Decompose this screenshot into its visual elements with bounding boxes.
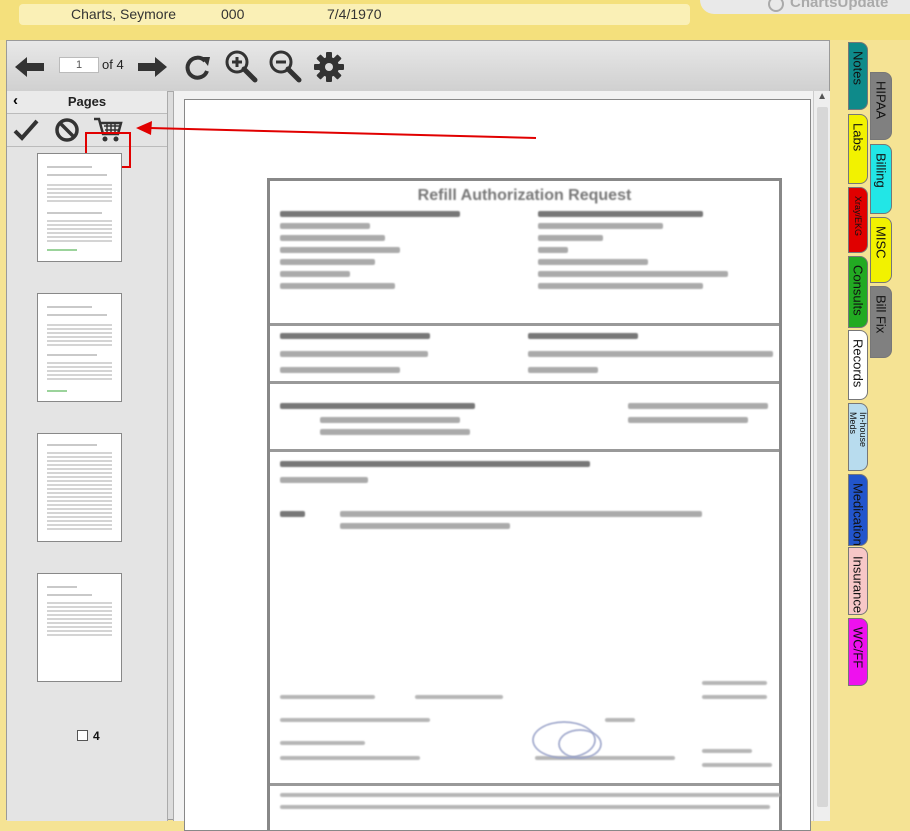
next-page-button[interactable] <box>135 49 171 85</box>
chart-tabs: HIPAA Billing MISC Bill Fix Notes Labs Xray/E… <box>832 40 910 820</box>
page-thumbnail-2[interactable] <box>37 293 122 402</box>
tab-records[interactable]: Records <box>848 330 868 400</box>
tab-hipaa[interactable]: HIPAA <box>870 72 892 140</box>
document-area: Refill Authorization Request ▲ <box>173 91 830 831</box>
page-count-label: of 4 <box>102 57 124 72</box>
page-thumbnail-4[interactable] <box>37 573 122 682</box>
rotate-icon <box>185 55 210 80</box>
pages-header: ‹ Pages <box>7 91 167 114</box>
patient-id: 000 <box>221 6 245 22</box>
previous-page-button[interactable] <box>11 49 47 85</box>
page-number-4: 4 <box>93 729 100 743</box>
form-title: Refill Authorization Request <box>417 187 632 204</box>
tab-billing[interactable]: Billing <box>870 144 892 214</box>
brand-name: ChartsUpdate <box>790 0 889 11</box>
cancel-icon[interactable] <box>53 116 81 144</box>
page-thumbnail-1[interactable] <box>37 153 122 262</box>
settings-button[interactable] <box>311 49 347 85</box>
document-page: Refill Authorization Request <box>184 99 811 831</box>
check-icon[interactable] <box>13 117 39 143</box>
scroll-thumb[interactable] <box>817 107 828 807</box>
tab-in-house-meds[interactable]: In-house Meds <box>848 403 868 471</box>
tab-notes[interactable]: Notes <box>848 42 868 110</box>
tab-wc-ff[interactable]: WC/FF <box>848 618 868 686</box>
page-thumbnail-3[interactable] <box>37 433 122 542</box>
pages-tools <box>7 113 167 168</box>
rotate-button[interactable] <box>179 49 215 85</box>
arrow-right-icon <box>138 57 167 77</box>
tab-labs[interactable]: Labs <box>848 114 868 184</box>
pages-title: Pages <box>67 94 107 109</box>
patient-info-strip: Charts, Seymore 000 7/4/1970 <box>19 4 690 25</box>
refill-form: Refill Authorization Request <box>267 178 782 830</box>
zoom-in-button[interactable] <box>223 49 259 85</box>
tab-bill-fix[interactable]: Bill Fix <box>870 286 892 358</box>
tab-consults[interactable]: Consults <box>848 256 868 328</box>
tab-misc[interactable]: MISC <box>870 217 892 283</box>
tab-xray-ekg[interactable]: Xray/EKG <box>848 187 868 253</box>
zoom-in-icon <box>225 50 258 83</box>
zoom-out-button[interactable] <box>267 49 303 85</box>
vertical-scrollbar[interactable]: ▲ <box>813 91 830 821</box>
arrow-left-icon <box>15 57 44 77</box>
pages-sidebar: ‹ Pages 1 <box>7 91 168 821</box>
tab-medication[interactable]: Medication <box>848 474 868 546</box>
page-number-input[interactable] <box>59 57 99 73</box>
tab-insurance[interactable]: Insurance <box>848 547 868 615</box>
zoom-out-icon <box>269 50 302 83</box>
document-viewer: of 4 <box>6 40 830 831</box>
gear-icon <box>314 52 344 82</box>
patient-dob: 7/4/1970 <box>327 6 382 22</box>
patient-name: Charts, Seymore <box>71 6 177 22</box>
viewer-toolbar: of 4 <box>7 41 829 92</box>
page-checkbox-4[interactable] <box>77 730 88 741</box>
scroll-up-arrow-icon[interactable]: ▲ <box>817 91 827 102</box>
